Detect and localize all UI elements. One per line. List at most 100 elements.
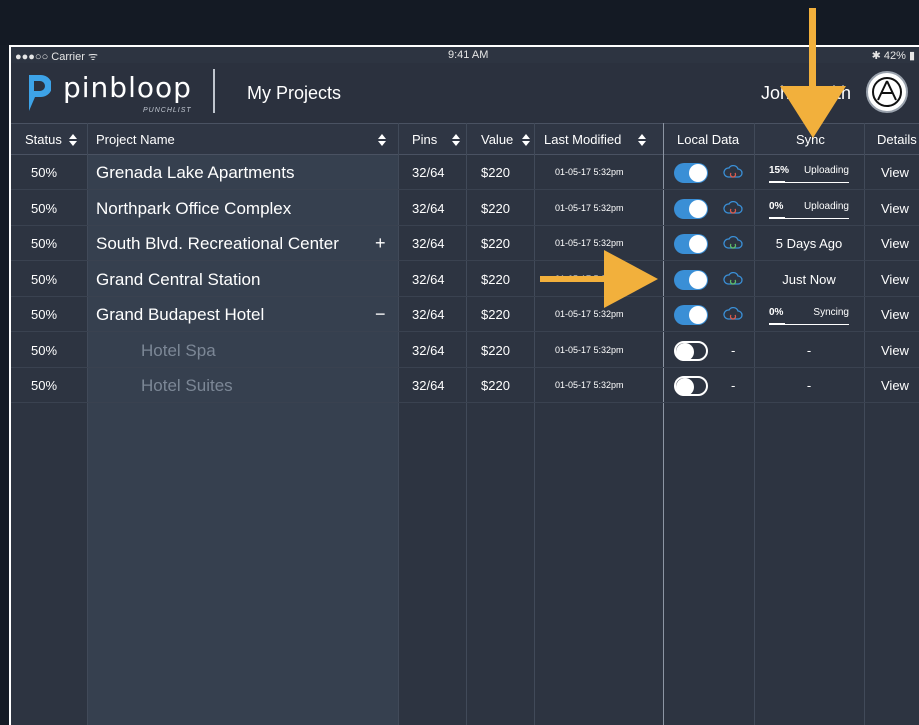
sync-status: Just Now: [782, 271, 836, 287]
sync-percent: 0%: [769, 200, 784, 212]
table-row[interactable]: 50% Grand Budapest Hotel −32/64 $220 01-05-1…: [11, 297, 919, 332]
sync-progress: 0% Uploading: [769, 197, 849, 219]
sync-percent: 0%: [769, 307, 784, 318]
battery-indicator: ✱ 42% ▮: [871, 50, 915, 62]
sort-value-icon[interactable]: [521, 133, 531, 147]
sort-pins-icon[interactable]: [451, 133, 461, 147]
table-row[interactable]: 50%Grand Central Station32/64$22001-05-1…: [11, 262, 919, 297]
table-row[interactable]: 50% South Blvd. Recreational Center +32/64…: [11, 226, 919, 261]
details-column-header: Details: [877, 132, 917, 147]
local-data-placeholder: -: [731, 378, 736, 393]
sync-status: -: [806, 342, 812, 358]
sync-status: 5 Days Ago: [775, 236, 843, 251]
table-row[interactable]: 50% Northpark Office Complex 32/64 $220 01-0…: [11, 191, 919, 226]
status-cell: 50%: [31, 165, 58, 180]
table-row[interactable]: 50% Hotel Suites 32/64 $220 01-05-17 5:32pm -…: [11, 368, 919, 403]
local-data-toggle[interactable]: [674, 305, 708, 325]
collapse-button[interactable]: −: [375, 297, 386, 332]
project-name-column-header[interactable]: Project Name: [96, 124, 175, 156]
last-modified-cell: 01-05-17 5:32pm: [555, 380, 624, 390]
sync-status: -: [806, 378, 812, 393]
cloud-sync-icon: [723, 307, 743, 320]
sync-progress: 15% Uploading: [769, 161, 849, 183]
pin-logo-icon: [29, 75, 51, 111]
pins-column-header[interactable]: Pins: [412, 124, 437, 156]
user-logo-icon: [872, 77, 902, 107]
pins-cell: 32/64: [412, 271, 445, 287]
carrier-label: ●●●○○ Carrier ᯤ: [15, 51, 98, 63]
view-details-link[interactable]: View: [881, 368, 909, 403]
project-name-cell[interactable]: Hotel Spa: [96, 333, 216, 368]
expand-button[interactable]: +: [375, 226, 386, 261]
cloud-sync-icon: [723, 271, 743, 285]
sync-progress: 0% Syncing: [769, 303, 849, 325]
value-cell: $220: [481, 378, 510, 393]
value-cell: $220: [481, 307, 510, 322]
last-modified-column-header[interactable]: Last Modified: [544, 124, 621, 156]
pins-cell: 32/64: [412, 307, 445, 322]
sync-status: Uploading: [803, 200, 849, 212]
view-details-link[interactable]: View: [881, 155, 909, 190]
avatar[interactable]: [866, 71, 908, 113]
project-name-cell[interactable]: Grand Central Station: [96, 262, 260, 297]
annotation-arrow-down-icon: [780, 8, 846, 138]
pinbloop-logo[interactable]: pinbloop PUNCHLIST: [25, 69, 215, 115]
value-cell: $220: [481, 271, 510, 287]
value-cell: $220: [481, 342, 510, 358]
local-data-toggle[interactable]: [674, 376, 708, 396]
cloud-sync-icon: [723, 165, 743, 178]
page-title: My Projects: [247, 83, 342, 103]
view-details-link[interactable]: View: [881, 191, 909, 226]
project-name-cell[interactable]: Grand Budapest Hotel: [96, 297, 264, 332]
local-data-toggle[interactable]: [674, 269, 708, 290]
status-cell: 50%: [31, 342, 58, 358]
last-modified-cell: 01-05-17 5:32pm: [555, 167, 624, 177]
local-data-toggle[interactable]: [674, 234, 708, 254]
pins-cell: 32/64: [412, 342, 445, 358]
status-cell: 50%: [31, 200, 58, 216]
local-data-toggle[interactable]: [674, 163, 708, 183]
last-modified-cell: 01-05-17 5:32pm: [555, 344, 624, 355]
clock: 9:41 AM: [448, 49, 489, 61]
value-cell: $220: [481, 236, 510, 251]
logo-wordmark: pinbloop: [63, 71, 192, 104]
cloud-sync-icon: [723, 236, 743, 249]
sort-name-icon[interactable]: [377, 133, 387, 147]
table-row[interactable]: 50% Grenada Lake Apartments 32/64 $220 01-05…: [11, 155, 919, 190]
status-cell: 50%: [31, 236, 58, 251]
pins-cell: 32/64: [412, 236, 445, 251]
project-name-cell[interactable]: Northpark Office Complex: [96, 191, 291, 226]
project-name-cell[interactable]: Hotel Suites: [96, 368, 233, 403]
status-cell: 50%: [31, 271, 58, 287]
status-cell: 50%: [31, 378, 58, 393]
header-divider: [213, 69, 215, 113]
project-name-cell[interactable]: Grenada Lake Apartments: [96, 155, 294, 190]
table-row[interactable]: 50% Hotel Spa 32/64 $220 01-05-17 5:32pm - - Vi…: [11, 333, 919, 368]
last-modified-cell: 01-05-17 5:32pm: [555, 202, 624, 213]
value-cell: $220: [481, 200, 510, 216]
ipad-screen: ●●●○○ Carrier ᯤ 9:41 AM ✱ 42% ▮ pinbloop…: [9, 45, 919, 725]
sync-status: Syncing: [813, 307, 849, 318]
project-name-cell[interactable]: South Blvd. Recreational Center: [96, 226, 339, 261]
value-cell: $220: [481, 165, 510, 180]
local-data-toggle[interactable]: [674, 340, 708, 361]
pins-cell: 32/64: [412, 378, 445, 393]
status-column-header[interactable]: Status: [25, 124, 62, 156]
pins-cell: 32/64: [412, 200, 445, 216]
logo-tagline: PUNCHLIST: [143, 107, 192, 114]
local-data-toggle[interactable]: [674, 198, 708, 219]
view-details-link[interactable]: View: [881, 226, 909, 261]
sync-percent: 15%: [769, 165, 790, 176]
local-data-column-header: Local Data: [677, 132, 740, 147]
sync-status: Uploading: [803, 165, 849, 176]
view-details-link[interactable]: View: [881, 333, 909, 368]
sort-status-icon[interactable]: [68, 133, 78, 147]
view-details-link[interactable]: View: [881, 297, 909, 332]
status-cell: 50%: [31, 307, 58, 322]
sort-modified-icon[interactable]: [637, 133, 647, 147]
value-column-header[interactable]: Value: [481, 124, 513, 156]
view-details-link[interactable]: View: [881, 262, 909, 297]
local-data-placeholder: -: [731, 342, 736, 358]
annotation-arrow-right-icon: [540, 250, 658, 308]
pins-cell: 32/64: [412, 165, 445, 180]
